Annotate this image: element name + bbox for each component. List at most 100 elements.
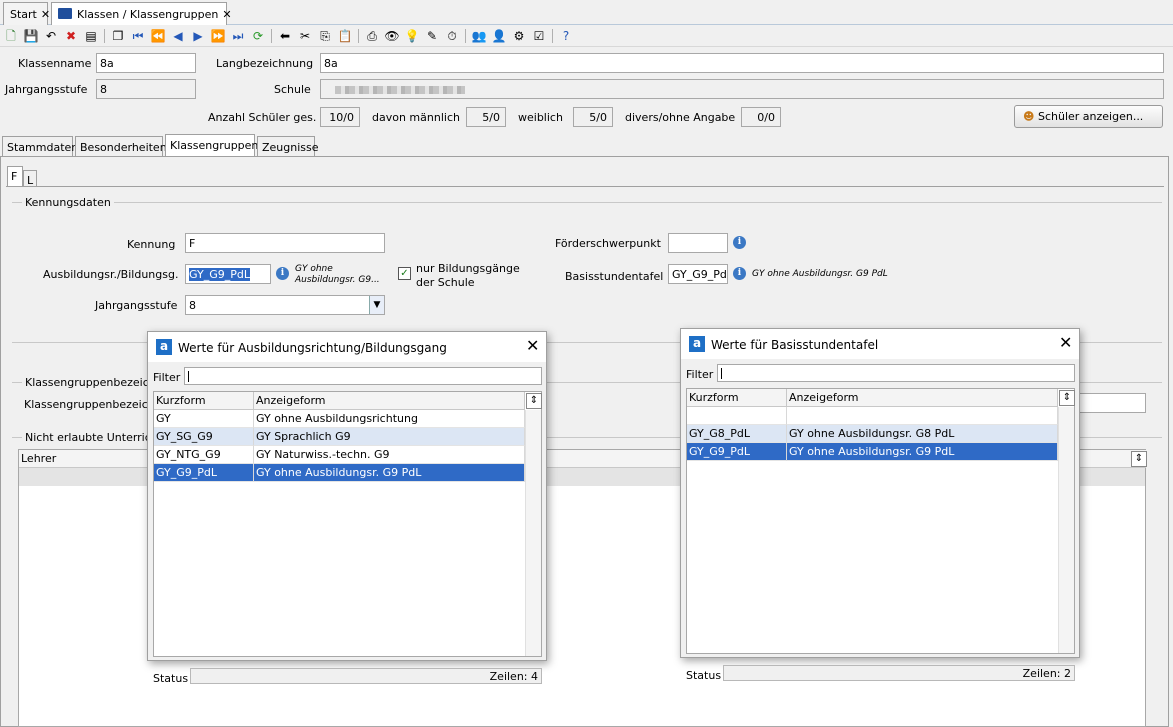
- next-page-icon[interactable]: ⏩: [210, 28, 226, 44]
- cell-anzeigeform: GY ohne Ausbildungsr. G9 PdL: [787, 443, 1058, 461]
- tab-klassengruppen[interactable]: Klassengruppen: [165, 134, 258, 158]
- list-item[interactable]: [687, 407, 1058, 425]
- clean-icon[interactable]: ✎: [424, 28, 440, 44]
- refresh-icon[interactable]: ⟳: [250, 28, 266, 44]
- cell-kurzform: [687, 407, 787, 425]
- list-item[interactable]: GY_G8_PdL GY ohne Ausbildungsr. G8 PdL: [687, 425, 1058, 443]
- column-chooser-icon[interactable]: ⇕: [526, 393, 542, 409]
- toolbar-separator: [358, 29, 359, 43]
- basis-desc: GY ohne Ausbildungsr. G9 PdL: [752, 269, 888, 279]
- cut-icon[interactable]: ✂: [297, 28, 313, 44]
- undo-icon[interactable]: ↶: [43, 28, 59, 44]
- dialog-ausbildung-close-icon[interactable]: ✕: [526, 337, 539, 355]
- nicht-group-title: Nicht erlaubte Unterrich: [22, 431, 161, 444]
- langbezeichnung-label: Langbezeichnung: [216, 57, 314, 70]
- col-anzeigeform[interactable]: Anzeigeform: [787, 389, 1058, 407]
- dialog-ausbildung-filter-input[interactable]: [184, 367, 542, 385]
- save-icon[interactable]: 💾: [23, 28, 39, 44]
- dialog-basis-filter-input[interactable]: [717, 364, 1075, 382]
- nur-bildungsgaenge-label-1: nur Bildungsgänge: [416, 262, 520, 275]
- document-tab-bar: Start ✕ Klassen / Klassengruppen ✕: [0, 0, 1173, 26]
- cell-kurzform: GY_G9_PdL: [687, 443, 787, 461]
- new-icon[interactable]: 🗋: [3, 28, 19, 44]
- col-anzeigeform[interactable]: Anzeigeform: [254, 392, 525, 410]
- next-icon[interactable]: ▶: [190, 28, 206, 44]
- prev-icon[interactable]: ◀: [170, 28, 186, 44]
- dialog-basis-scrollbar[interactable]: [1058, 407, 1074, 653]
- dialog-ausbildung-scrollbar[interactable]: [525, 410, 541, 656]
- divers-label: divers/ohne Angabe: [625, 111, 736, 124]
- paste-icon[interactable]: 📋: [337, 28, 353, 44]
- dialog-basis-grid[interactable]: Kurzform Anzeigeform ⇕ GY_G8_PdL GY ohne …: [686, 388, 1075, 654]
- users-icon[interactable]: 👥: [471, 28, 487, 44]
- list-item[interactable]: GY_G9_PdL GY ohne Ausbildungsr. G9 PdL: [687, 443, 1058, 461]
- weiblich-label: weiblich: [518, 111, 563, 124]
- column-chooser-icon[interactable]: ⇕: [1059, 390, 1075, 406]
- dialog-ausbildung-titlebar: a Werte für Ausbildungsrichtung/Bildungs…: [148, 332, 546, 362]
- basis-field[interactable]: GY_G9_PdL: [668, 264, 728, 284]
- last-icon[interactable]: ⏭: [230, 28, 246, 44]
- list-item[interactable]: GY_SG_G9 GY Sprachlich G9: [154, 428, 525, 446]
- delete-icon[interactable]: ✖: [63, 28, 79, 44]
- ausbildung-field[interactable]: GY_G9_PdL: [185, 264, 271, 284]
- klassenname-field[interactable]: 8a: [96, 53, 196, 73]
- back-icon[interactable]: ⬅: [277, 28, 293, 44]
- nur-bildungsgaenge-checkbox[interactable]: ✓: [398, 267, 411, 280]
- list-item[interactable]: GY_NTG_G9 GY Naturwiss.-techn. G9: [154, 446, 525, 464]
- print-icon[interactable]: ⎙: [364, 28, 380, 44]
- preview-icon[interactable]: 👁: [384, 28, 400, 44]
- list-item[interactable]: GY GY ohne Ausbildungsrichtung: [154, 410, 525, 428]
- tab-klassen[interactable]: Klassen / Klassengruppen ✕: [51, 2, 232, 26]
- gruppe-label: Klassengruppenbezeich: [24, 398, 155, 411]
- ausbildung-info-icon[interactable]: i: [276, 267, 289, 280]
- kennung-jahrgangsstufe-select[interactable]: 8 ▼: [185, 295, 385, 315]
- schule-label: Schule: [274, 83, 311, 96]
- idea-icon[interactable]: 💡: [404, 28, 420, 44]
- help-icon[interactable]: ?: [558, 28, 574, 44]
- schueler-anzeigen-button[interactable]: ☻ Schüler anzeigen...: [1014, 105, 1163, 128]
- subtab-f[interactable]: F: [7, 166, 23, 186]
- chevron-down-icon[interactable]: ▼: [369, 296, 384, 314]
- jahrgangsstufe-select-value: 8: [189, 299, 196, 312]
- kennung-group-title: Kennungsdaten: [22, 196, 114, 209]
- col-kurzform[interactable]: Kurzform: [154, 392, 254, 410]
- langbezeichnung-field[interactable]: 8a: [320, 53, 1164, 73]
- basis-label: Basisstundentafel: [565, 270, 664, 283]
- foerder-info-icon[interactable]: i: [733, 236, 746, 249]
- subtab-l[interactable]: L: [23, 170, 37, 187]
- dialog-basis-close-icon[interactable]: ✕: [1059, 334, 1072, 352]
- dialog-basis: a Werte für Basisstundentafel ✕ Filter K…: [680, 328, 1080, 682]
- kennung-field[interactable]: F: [185, 233, 385, 253]
- column-chooser-icon[interactable]: ⇕: [1131, 451, 1147, 467]
- copy-record-icon[interactable]: ❐: [110, 28, 126, 44]
- tab-klassen-close-icon[interactable]: ✕: [222, 8, 231, 21]
- first-icon[interactable]: ⏮: [130, 28, 146, 44]
- cell-kurzform: GY_NTG_G9: [154, 446, 254, 464]
- col-kurzform[interactable]: Kurzform: [687, 389, 787, 407]
- details-icon[interactable]: ▤: [83, 28, 99, 44]
- cell-anzeigeform: [787, 407, 1058, 425]
- tab-start-label: Start: [10, 8, 37, 21]
- basis-info-icon[interactable]: i: [733, 267, 746, 280]
- dialog-basis-status-bar: Zeilen: 2: [723, 665, 1075, 681]
- cell-anzeigeform: GY ohne Ausbildungsr. G9 PdL: [254, 464, 525, 482]
- clock-icon[interactable]: ⏱: [444, 28, 460, 44]
- tab-start-close-icon[interactable]: ✕: [41, 8, 50, 21]
- list-item[interactable]: GY_G9_PdL GY ohne Ausbildungsr. G9 PdL: [154, 464, 525, 482]
- tab-zeugnisse[interactable]: Zeugnisse: [257, 136, 319, 157]
- tab-start[interactable]: Start ✕: [3, 2, 50, 25]
- gruppe-field[interactable]: [1078, 393, 1146, 413]
- dialog-basis-titlebar: a Werte für Basisstundentafel ✕: [681, 329, 1079, 359]
- tab-klassen-label: Klassen / Klassengruppen: [77, 8, 219, 21]
- dialog-basis-filter-label: Filter: [686, 368, 714, 381]
- dialog-ausbildung-grid[interactable]: Kurzform Anzeigeform ⇕ GY GY ohne Ausbild…: [153, 391, 542, 657]
- users-edit-icon[interactable]: 👤: [491, 28, 507, 44]
- copy-icon[interactable]: ⎘: [317, 28, 333, 44]
- tab-besonderheiten[interactable]: Besonderheiten: [75, 136, 167, 157]
- tab-stammdaten[interactable]: Stammdaten: [2, 136, 78, 157]
- prev-page-icon[interactable]: ⏪: [150, 28, 166, 44]
- checklist-icon[interactable]: ☑: [531, 28, 547, 44]
- foerder-field[interactable]: [668, 233, 728, 253]
- text-cursor: [188, 371, 189, 382]
- settings-icon[interactable]: ⚙: [511, 28, 527, 44]
